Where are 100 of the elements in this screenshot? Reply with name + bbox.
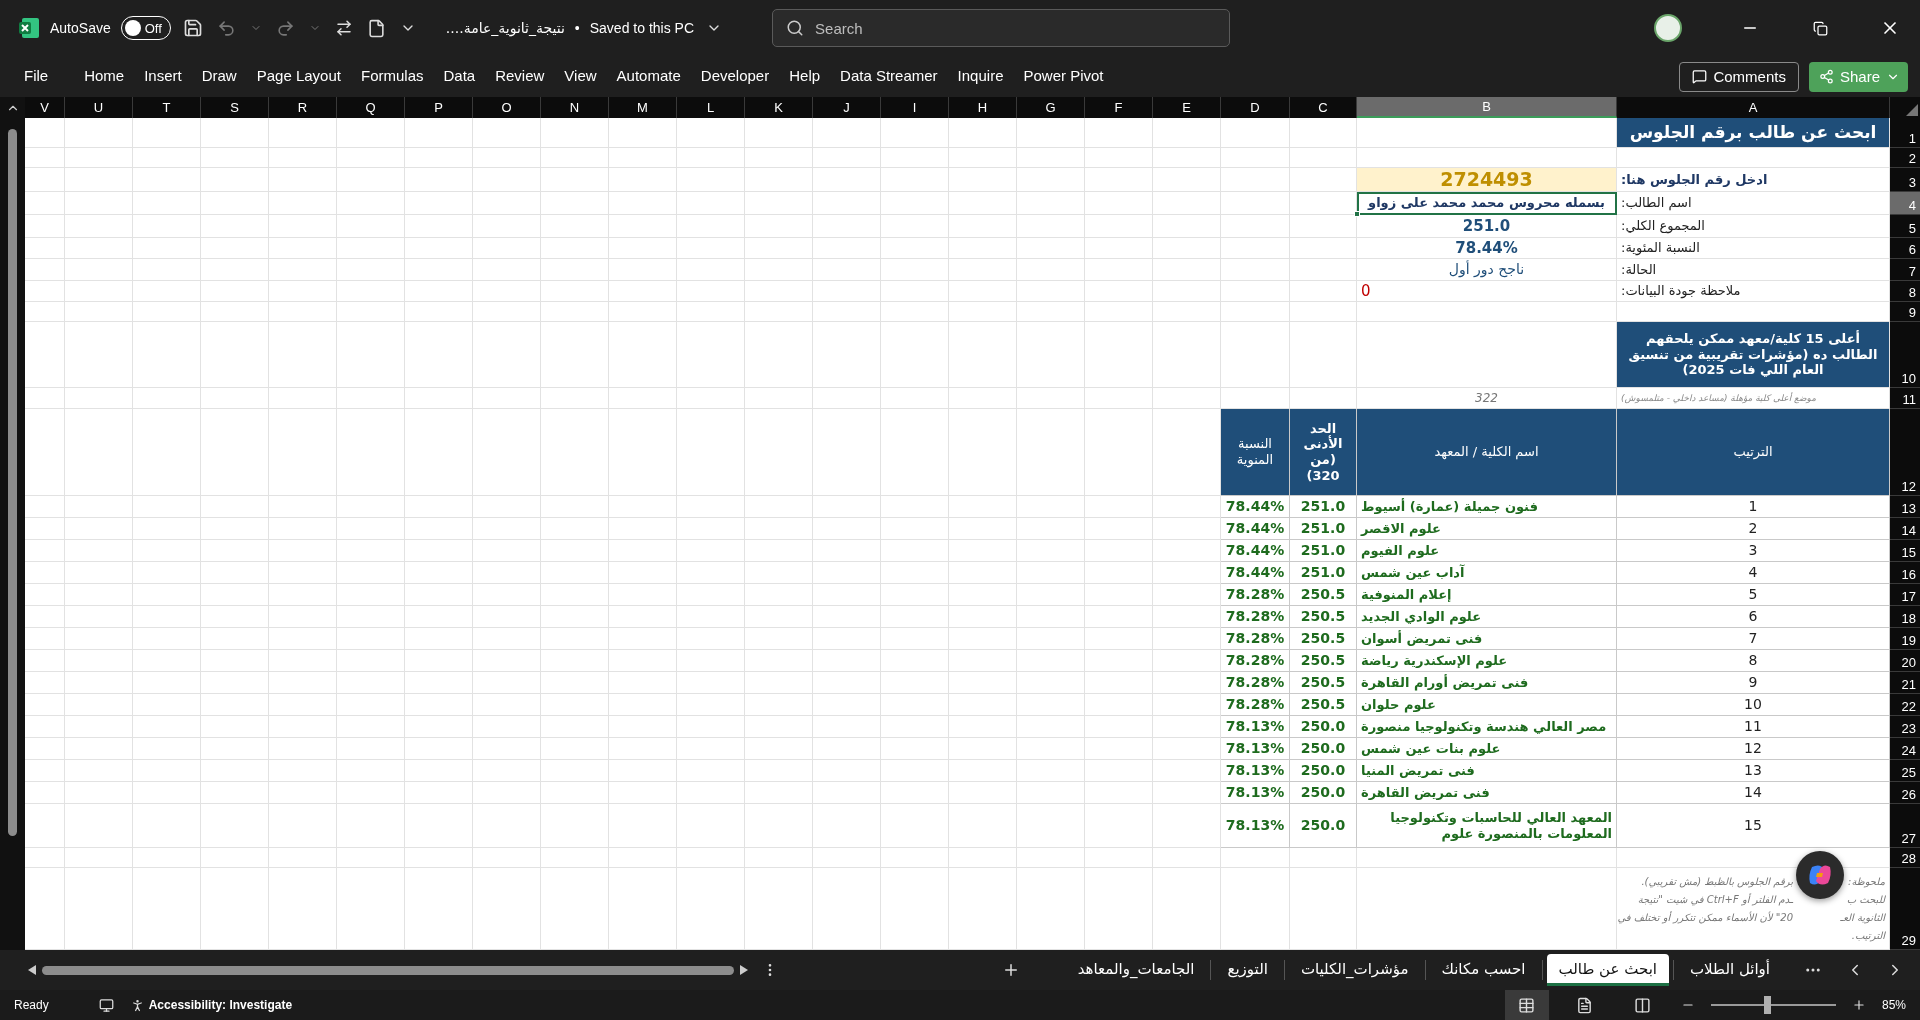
- column-header[interactable]: A: [1617, 97, 1890, 118]
- column-header[interactable]: S: [201, 97, 269, 118]
- ribbon-tab[interactable]: Automate: [606, 63, 691, 90]
- undo-icon[interactable]: [216, 18, 236, 38]
- column-header[interactable]: H: [949, 97, 1017, 118]
- page-icon: [1576, 996, 1594, 1014]
- ribbon-tab[interactable]: Insert: [134, 63, 192, 90]
- column-header[interactable]: V: [25, 97, 65, 118]
- column-header[interactable]: R: [269, 97, 337, 118]
- screen-icon[interactable]: [98, 997, 114, 1013]
- ribbon-tab[interactable]: Home: [74, 63, 135, 90]
- column-header[interactable]: O: [473, 97, 541, 118]
- sheet-tab[interactable]: ابحث عن طالب: [1546, 954, 1669, 986]
- row-header[interactable]: 9: [1890, 302, 1920, 322]
- save-status[interactable]: Saved to this PC: [589, 20, 695, 36]
- column-header[interactable]: J: [813, 97, 881, 118]
- table-cell: 8: [1617, 650, 1890, 672]
- ribbon-tab[interactable]: Review: [485, 63, 555, 90]
- column-header[interactable]: C: [1290, 97, 1357, 118]
- ribbon-tab[interactable]: Help: [779, 63, 831, 90]
- scrollbar-thumb[interactable]: [42, 965, 734, 975]
- row-header[interactable]: 1: [1890, 118, 1920, 148]
- row-header[interactable]: 2: [1890, 148, 1920, 168]
- column-header[interactable]: G: [1017, 97, 1085, 118]
- row-header[interactable]: 12: [1890, 409, 1920, 496]
- file-menu[interactable]: File: [14, 63, 59, 90]
- row-header[interactable]: 15: [1890, 540, 1920, 562]
- column-header[interactable]: D: [1221, 97, 1290, 118]
- ribbon-tab[interactable]: Data: [433, 63, 486, 90]
- scroll-right-icon[interactable]: [740, 965, 748, 975]
- select-all-icon[interactable]: [1906, 104, 1918, 116]
- ribbon-tab[interactable]: Developer: [690, 63, 780, 90]
- row-header[interactable]: 11: [1890, 388, 1920, 409]
- ribbon-tab[interactable]: Draw: [191, 63, 247, 90]
- row-header[interactable]: 4: [1890, 192, 1920, 215]
- row-header[interactable]: 22: [1890, 694, 1920, 716]
- zoom-in-icon[interactable]: [1851, 998, 1866, 1012]
- column-header[interactable]: F: [1085, 97, 1153, 118]
- field-label: الحالة:: [1617, 259, 1890, 281]
- row-header[interactable]: 19: [1890, 628, 1920, 650]
- row-header[interactable]: 29: [1890, 868, 1920, 950]
- row-header[interactable]: 18: [1890, 606, 1920, 628]
- row-header[interactable]: 5: [1890, 215, 1920, 238]
- excel-logo-icon: [18, 17, 40, 39]
- redo-icon[interactable]: [275, 18, 295, 38]
- sheet-tab[interactable]: احسب مكانك: [1429, 954, 1538, 986]
- row-header[interactable]: 27: [1890, 804, 1920, 848]
- file-icon[interactable]: [366, 18, 386, 38]
- row-header[interactable]: 14: [1890, 518, 1920, 540]
- table-header: الحد الأدنى (من 320): [1290, 409, 1357, 496]
- row-header[interactable]: 26: [1890, 782, 1920, 804]
- table-cell: 11: [1617, 716, 1890, 738]
- row-header[interactable]: 3: [1890, 168, 1920, 192]
- row-header[interactable]: 17: [1890, 584, 1920, 606]
- ribbon-tab[interactable]: Page Layout: [246, 63, 351, 90]
- comments-button[interactable]: Comments: [1679, 61, 1799, 92]
- column-header[interactable]: L: [677, 97, 745, 118]
- ribbon-tab[interactable]: Inquire: [947, 63, 1014, 90]
- save-icon[interactable]: [182, 18, 203, 38]
- column-header[interactable]: K: [745, 97, 813, 118]
- copilot-button[interactable]: [1796, 851, 1844, 899]
- ribbon-tab[interactable]: Data Streamer: [830, 63, 948, 90]
- row-header[interactable]: 7: [1890, 259, 1920, 281]
- row-header[interactable]: 23: [1890, 716, 1920, 738]
- column-header[interactable]: Q: [337, 97, 405, 118]
- table-cell: 250.0: [1290, 738, 1357, 760]
- row-header[interactable]: 24: [1890, 738, 1920, 760]
- restore-icon[interactable]: [1812, 20, 1828, 36]
- column-header[interactable]: M: [609, 97, 677, 118]
- column-header[interactable]: U: [65, 97, 133, 118]
- table-cell: 251.0: [1290, 496, 1357, 518]
- row-header[interactable]: 20: [1890, 650, 1920, 672]
- ribbon-tab[interactable]: View: [554, 63, 607, 90]
- sheet-tab[interactable]: أوائل الطلاب: [1678, 954, 1782, 986]
- column-header[interactable]: P: [405, 97, 473, 118]
- column-header[interactable]: B: [1357, 97, 1617, 118]
- row-header[interactable]: 6: [1890, 238, 1920, 259]
- view-button[interactable]: [1504, 990, 1549, 1020]
- sheet-tab[interactable]: الجامعات_والمعاهد: [1065, 954, 1207, 986]
- row-header[interactable]: 28: [1890, 848, 1920, 868]
- row-header[interactable]: 10: [1890, 322, 1920, 388]
- row-header[interactable]: 21: [1890, 672, 1920, 694]
- accessibility-status[interactable]: Accessibility: Investigate: [148, 998, 293, 1012]
- ribbon-tab[interactable]: Formulas: [350, 63, 434, 90]
- ribbon-tab[interactable]: Power Pivot: [1013, 63, 1114, 90]
- column-header[interactable]: E: [1153, 97, 1221, 118]
- row-header[interactable]: 8: [1890, 281, 1920, 302]
- column-header[interactable]: N: [541, 97, 609, 118]
- scrollbar-thumb[interactable]: [8, 129, 17, 836]
- search-field[interactable]: Search: [772, 9, 1231, 47]
- arrows-icon[interactable]: [334, 19, 353, 37]
- column-header[interactable]: T: [133, 97, 201, 118]
- sheet-tab[interactable]: التوزيع: [1215, 954, 1280, 986]
- avatar[interactable]: [1654, 14, 1682, 42]
- row-header[interactable]: 13: [1890, 496, 1920, 518]
- column-header[interactable]: I: [881, 97, 949, 118]
- row-header[interactable]: 16: [1890, 562, 1920, 584]
- sheet-tab[interactable]: مؤشرات_الكليات: [1288, 954, 1421, 986]
- scroll-left-icon[interactable]: [28, 965, 36, 975]
- row-header[interactable]: 25: [1890, 760, 1920, 782]
